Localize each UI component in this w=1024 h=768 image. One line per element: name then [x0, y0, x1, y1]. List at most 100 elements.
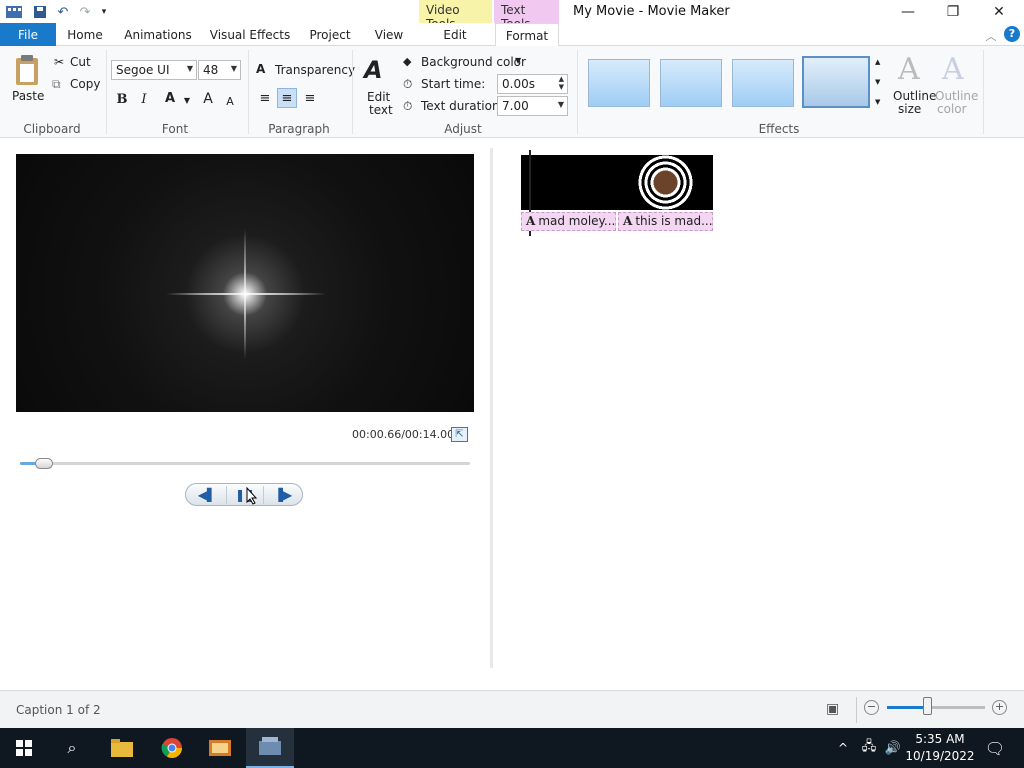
tab-edit[interactable]: Edit: [432, 23, 478, 46]
search-icon[interactable]: ⌕: [48, 728, 96, 768]
grow-font-button[interactable]: A: [198, 89, 218, 109]
status-text: Caption 1 of 2: [16, 703, 101, 717]
chevron-down-icon: ▼: [186, 64, 193, 73]
outline-color-button-line1[interactable]: Outline: [935, 89, 978, 103]
caption-icon: A: [623, 214, 633, 228]
start-time-input[interactable]: 0.00s ▲ ▼: [497, 74, 568, 94]
gallery-down-icon[interactable]: ▼: [875, 78, 880, 86]
zoom-slider[interactable]: [887, 706, 985, 709]
undo-icon[interactable]: ↶: [55, 4, 71, 20]
file-explorer-icon[interactable]: [98, 728, 146, 768]
text-duration-select[interactable]: 7.00 ▼: [497, 96, 568, 116]
font-size-select[interactable]: 48 ▼: [198, 60, 241, 80]
chrome-icon[interactable]: [148, 728, 196, 768]
show-hidden-icons-icon[interactable]: ^: [832, 728, 854, 768]
customize-qat-icon[interactable]: ▾: [96, 4, 112, 20]
thumbnail-size-icon[interactable]: ▣: [826, 701, 839, 717]
transparency-icon[interactable]: A: [256, 62, 265, 76]
status-separator: [856, 697, 857, 723]
pause-icon[interactable]: ❚❚: [226, 486, 264, 504]
collapse-ribbon-icon[interactable]: ︿: [984, 23, 998, 46]
caption-clip[interactable]: Amad moley...: [521, 212, 616, 231]
video-preview[interactable]: [16, 154, 474, 412]
outline-size-icon[interactable]: A: [898, 52, 920, 87]
outline-size-button-line1[interactable]: Outline: [893, 89, 936, 103]
network-icon[interactable]: 🖧: [858, 728, 880, 768]
seek-bar[interactable]: [20, 462, 470, 465]
tab-animations[interactable]: Animations: [122, 23, 194, 46]
bold-button[interactable]: B: [112, 89, 132, 109]
help-icon[interactable]: ?: [1004, 26, 1020, 42]
cut-button[interactable]: Cut: [70, 55, 91, 69]
outline-size-button-line2[interactable]: size: [898, 102, 921, 116]
paste-button[interactable]: Paste: [12, 89, 44, 103]
notifications-icon[interactable]: 🗨: [980, 728, 1010, 768]
volume-icon[interactable]: 🔊: [882, 728, 904, 768]
minimize-button[interactable]: —: [885, 0, 931, 23]
transparency-button[interactable]: Transparency: [275, 63, 355, 77]
playback-controls: ◀▌ ❚❚ ▐▶: [185, 483, 303, 506]
gallery-more-icon[interactable]: ▼: [875, 98, 880, 106]
fullscreen-icon[interactable]: ⇱: [451, 427, 468, 442]
ribbon-separator: [577, 50, 578, 134]
copy-icon[interactable]: ⧉: [52, 77, 61, 92]
align-center-icon[interactable]: ≡: [277, 88, 297, 108]
zoom-in-icon[interactable]: +: [992, 700, 1007, 715]
tab-file[interactable]: File: [0, 23, 56, 46]
tab-project[interactable]: Project: [306, 23, 354, 46]
video-clip[interactable]: [521, 155, 713, 210]
outline-color-button-line2[interactable]: color: [937, 102, 967, 116]
background-color-button[interactable]: Background color: [421, 55, 526, 69]
effect-thumbnail[interactable]: [660, 59, 722, 107]
gallery-up-icon[interactable]: ▲: [875, 58, 880, 66]
zoom-slider-thumb[interactable]: [923, 697, 932, 715]
chevron-down-icon: ▼: [557, 100, 564, 109]
effect-thumbnail[interactable]: [732, 59, 794, 107]
effect-thumbnail[interactable]: [588, 59, 650, 107]
align-left-icon[interactable]: ≡: [255, 88, 275, 108]
movie-maker-taskbar-icon[interactable]: [246, 728, 294, 768]
redo-icon[interactable]: ↷: [77, 4, 93, 20]
copy-button[interactable]: Copy: [70, 77, 100, 91]
tab-view[interactable]: View: [368, 23, 410, 46]
zoom-out-icon[interactable]: −: [864, 700, 879, 715]
paste-icon[interactable]: [14, 54, 40, 86]
outline-color-icon[interactable]: A: [942, 52, 964, 87]
taskbar: ⌕ ^ 🖧 🔊 5:35 AM 10/19/2022 🗨: [0, 728, 1024, 768]
italic-button[interactable]: I: [134, 89, 154, 109]
caption-clip[interactable]: Athis is mad...: [618, 212, 713, 231]
taskbar-clock[interactable]: 5:35 AM 10/19/2022: [905, 731, 975, 765]
align-right-icon[interactable]: ≡: [300, 88, 320, 108]
group-adjust-label: Adjust: [444, 122, 482, 136]
caption-icon: A: [526, 214, 536, 228]
stopwatch-icon: ⏱: [403, 77, 413, 91]
edit-text-button-line2[interactable]: text: [369, 103, 393, 117]
cut-icon[interactable]: ✂: [54, 55, 64, 69]
restore-button[interactable]: ❐: [930, 0, 976, 23]
pane-divider[interactable]: [490, 148, 493, 668]
time-readout: 00:00.66/00:14.00: [352, 428, 455, 441]
chevron-down-icon[interactable]: ▼: [177, 90, 197, 110]
effect-thumbnail-selected[interactable]: [802, 56, 870, 108]
ribbon: Paste ✂ Cut ⧉ Copy Clipboard Segoe UI ▼ 4…: [0, 46, 1024, 138]
tab-home[interactable]: Home: [62, 23, 108, 46]
app-film-icon: [6, 4, 22, 20]
photo-gallery-icon[interactable]: [196, 728, 244, 768]
paint-bucket-icon: ◆: [403, 55, 412, 68]
spinner-icon[interactable]: ▲ ▼: [559, 75, 564, 91]
shrink-font-button[interactable]: A: [220, 91, 240, 111]
group-clipboard-label: Clipboard: [23, 122, 81, 136]
chevron-down-icon[interactable]: ▼: [515, 56, 521, 65]
edit-text-icon[interactable]: A: [364, 56, 392, 84]
group-paragraph-label: Paragraph: [268, 122, 330, 136]
save-icon[interactable]: [32, 4, 48, 20]
next-frame-icon[interactable]: ▐▶: [264, 486, 302, 504]
seek-thumb[interactable]: [35, 458, 53, 469]
tab-format[interactable]: Format: [495, 23, 559, 47]
previous-frame-icon[interactable]: ◀▌: [188, 486, 226, 504]
windows-start-icon[interactable]: [0, 728, 48, 768]
close-button[interactable]: ✕: [976, 0, 1022, 23]
edit-text-button-line1[interactable]: Edit: [367, 90, 390, 104]
font-family-select[interactable]: Segoe UI ▼: [111, 60, 197, 80]
tab-visual-effects[interactable]: Visual Effects: [208, 23, 292, 46]
